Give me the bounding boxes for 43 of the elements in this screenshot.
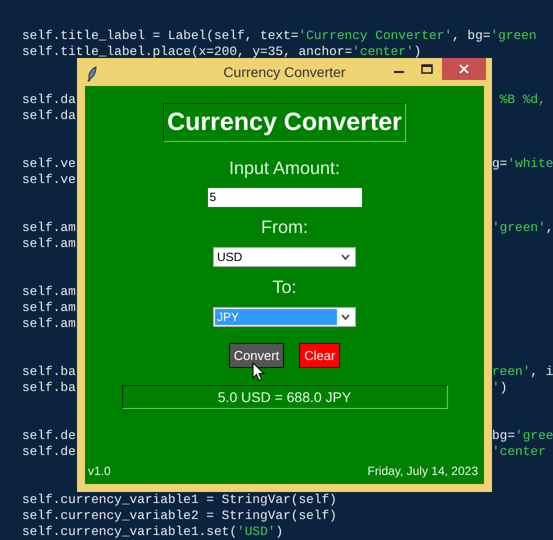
code-line: self.da: [22, 108, 76, 124]
code-line: self.currency_variable1.set('USD'): [22, 524, 284, 540]
conversion-result: 5.0 USD = 688.0 JPY: [122, 385, 448, 409]
window-title: Currency Converter: [223, 63, 346, 82]
version-label: v1.0: [88, 463, 111, 480]
code-line: self.de: [22, 444, 76, 460]
code-line: '): [492, 380, 508, 396]
code-line: self.da: [22, 92, 76, 108]
caret-icon: [341, 314, 350, 320]
code-line: self.am: [22, 236, 76, 252]
code-line: self.currency_variable2 = StringVar(self): [22, 508, 337, 524]
code-line: self.de: [22, 428, 76, 444]
code-line: 'center: [492, 444, 546, 460]
code-line: self.title_label.place(x=200, y=35, anchor='center'): [22, 44, 422, 60]
currency-label: From:: [261, 216, 308, 239]
amount-label: Input Amount:: [228, 157, 340, 180]
date-label: Friday, July 14, 2023: [367, 463, 478, 480]
close-button[interactable]: [442, 58, 486, 80]
maximize-icon[interactable]: [421, 64, 433, 74]
caret-icon: [341, 254, 350, 260]
currency-dropdown[interactable]: USD: [213, 247, 356, 267]
code-line: self.ve: [22, 156, 76, 172]
code-line: self.title_label = Label(self, text='Currency Converter', bg='green: [22, 28, 537, 44]
convert-button[interactable]: Convert: [228, 343, 284, 368]
code-line: 'green',: [492, 220, 553, 236]
mouse-pointer-icon: [252, 362, 265, 382]
clear-button[interactable]: Clear: [299, 343, 340, 368]
code-line: reen', i: [492, 364, 553, 380]
code-line: self.am: [22, 220, 76, 236]
amount-input[interactable]: 5: [208, 188, 362, 207]
code-line: self.am: [22, 300, 76, 316]
code-line: self.currency_variable1 = StringVar(self): [22, 492, 337, 508]
code-line: %B %d,: [498, 92, 546, 108]
code-line: bg='gree: [492, 428, 553, 444]
code-line: self.am: [22, 284, 76, 300]
code-line: self.ve: [22, 172, 76, 188]
close-icon: [459, 64, 469, 74]
code-line: self.ba: [22, 364, 76, 380]
code-line: self.ba: [22, 380, 76, 396]
code-line: self.am: [22, 316, 76, 332]
app-heading: Currency Converter: [163, 103, 406, 142]
currency-label: To:: [272, 276, 296, 299]
code-line: g='white: [492, 156, 553, 172]
